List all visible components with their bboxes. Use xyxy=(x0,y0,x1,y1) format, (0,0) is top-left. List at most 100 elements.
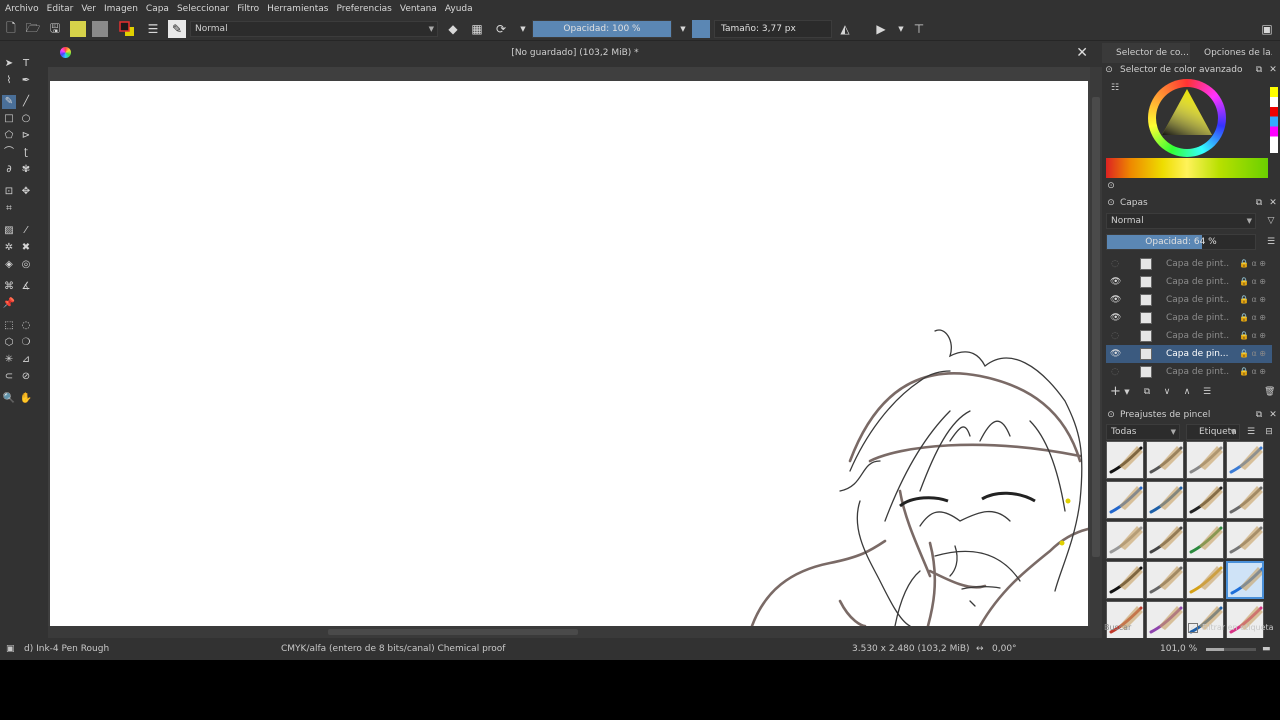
fg-bg-color-icon[interactable] xyxy=(118,20,136,38)
brush-filter-select[interactable]: Todas ▼ xyxy=(1106,424,1180,440)
layers-opacity-slider[interactable]: Opacidad: 64 % xyxy=(1106,234,1256,250)
freehand-select-icon[interactable]: ❍ xyxy=(19,336,33,350)
save-icon[interactable]: 🖫 xyxy=(46,20,64,38)
brush-settings-icon[interactable]: ☰ xyxy=(144,20,162,38)
select-shapes-icon[interactable]: ➤ xyxy=(2,57,16,71)
enclose-fill-icon[interactable]: ◎ xyxy=(19,258,33,272)
brush-preset-7[interactable] xyxy=(1226,481,1264,519)
reload-preset-icon[interactable]: ⟳ xyxy=(492,20,510,38)
rectangle-tool-icon[interactable]: □ xyxy=(2,112,16,126)
menu-item-3[interactable]: Imagen xyxy=(101,4,141,14)
menu-item-1[interactable]: Editar xyxy=(44,4,77,14)
filter-tag-checkbox[interactable]: ✓ xyxy=(1188,623,1198,633)
vertical-scrollbar[interactable] xyxy=(1090,67,1102,638)
visibility-eye-icon[interactable]: ◌ xyxy=(1110,255,1120,273)
vertical-scroll-thumb[interactable] xyxy=(1092,97,1100,557)
brush-preset-19[interactable] xyxy=(1226,601,1264,639)
zoom-tool-icon[interactable]: 🔍 xyxy=(2,392,16,406)
brush-preset-12[interactable] xyxy=(1106,561,1144,599)
layer-lock-alpha-icons[interactable]: 🔒 α ⊕ xyxy=(1239,345,1266,363)
delete-layer-icon[interactable]: 🗑 xyxy=(1264,387,1275,397)
gradient-tool-icon[interactable]: ▨ xyxy=(2,224,16,238)
close-document-icon[interactable]: ✕ xyxy=(1076,45,1088,61)
open-document-icon[interactable]: 🗁 xyxy=(24,20,42,38)
horizontal-scroll-thumb[interactable] xyxy=(328,629,578,635)
layers-undock-icon[interactable]: ⧉ xyxy=(1254,198,1264,208)
visibility-eye-icon[interactable]: 👁 xyxy=(1110,345,1121,363)
brushes-undock-icon[interactable]: ⧉ xyxy=(1254,410,1264,420)
similar-select-icon[interactable]: ⊿ xyxy=(19,353,33,367)
horizontal-scrollbar[interactable] xyxy=(48,626,1090,638)
layer-lock-alpha-icons[interactable]: 🔒 α ⊕ xyxy=(1239,309,1266,327)
ellipse-tool-icon[interactable]: ○ xyxy=(19,112,33,126)
brush-preset-5[interactable] xyxy=(1146,481,1184,519)
reference-images-icon[interactable]: 📌 xyxy=(2,297,16,311)
rotation-status[interactable]: 0,00° xyxy=(992,644,1017,654)
gradient-swatch[interactable] xyxy=(70,21,86,37)
color-reset-icon[interactable]: ⊙ xyxy=(1106,181,1116,191)
menu-item-6[interactable]: Filtro xyxy=(234,4,262,14)
brush-preset-4[interactable] xyxy=(1106,481,1144,519)
color-wheel[interactable] xyxy=(1148,79,1226,157)
brushes-close-icon[interactable]: ✕ xyxy=(1268,410,1278,420)
preserve-alpha-icon[interactable]: ▦ xyxy=(468,20,486,38)
layers-filter-icon[interactable]: ▽ xyxy=(1266,216,1276,226)
colorize-mask-icon[interactable]: ✲ xyxy=(2,241,16,255)
brush-preset-14[interactable] xyxy=(1186,561,1224,599)
flow-swatch[interactable] xyxy=(692,20,710,38)
layer-row[interactable]: ◌ Capa de pint... 🔒 α ⊕ xyxy=(1106,327,1272,345)
brush-preset-1[interactable] xyxy=(1146,441,1184,479)
layer-row[interactable]: 👁 Capa de pint... 🔒 α ⊕ xyxy=(1106,309,1272,327)
crop-tool-icon[interactable]: ⌗ xyxy=(2,202,16,216)
pattern-swatch[interactable] xyxy=(92,21,108,37)
brush-list-view-icon[interactable]: ☰ xyxy=(1246,427,1256,437)
mirror-horizontal-icon[interactable]: ◭ xyxy=(836,20,854,38)
transform-icon[interactable]: ⊡ xyxy=(2,185,16,199)
layer-row[interactable]: 👁 Capa de pint... 🔒 α ⊕ xyxy=(1106,291,1272,309)
zoom-status[interactable]: 101,0 % xyxy=(1160,644,1197,654)
brush-search-input[interactable]: Buscar xyxy=(1104,623,1184,635)
zoom-slider[interactable] xyxy=(1206,648,1256,651)
visibility-eye-icon[interactable]: ◌ xyxy=(1110,327,1120,345)
layers-float-icon[interactable]: ⊙ xyxy=(1106,198,1116,208)
colorspace-status[interactable]: CMYK/alfa (entero de 8 bits/canal) Chemi… xyxy=(281,644,505,654)
mirror-dropdown-icon[interactable]: ▼ xyxy=(892,20,910,38)
rect-select-icon[interactable]: ⬚ xyxy=(2,319,16,333)
layer-lock-alpha-icons[interactable]: 🔒 α ⊕ xyxy=(1239,255,1266,273)
color-close-icon[interactable]: ✕ xyxy=(1268,65,1278,75)
new-document-icon[interactable]: 🗋 xyxy=(2,20,20,38)
visibility-eye-icon[interactable]: 👁 xyxy=(1110,291,1121,309)
visibility-eye-icon[interactable]: 👁 xyxy=(1110,273,1121,291)
layer-row[interactable]: 👁 Capa de pin... 🔒 α ⊕ xyxy=(1106,345,1272,363)
menu-item-10[interactable]: Ayuda xyxy=(442,4,476,14)
brush-preset-8[interactable] xyxy=(1106,521,1144,559)
brush-preset-15[interactable] xyxy=(1226,561,1264,599)
layers-blend-select[interactable]: Normal ▼ xyxy=(1106,213,1256,229)
menu-item-0[interactable]: Archivo xyxy=(2,4,42,14)
brushes-float-icon[interactable]: ⊙ xyxy=(1106,410,1116,420)
ellipse-select-icon[interactable]: ◌ xyxy=(19,319,33,333)
size-slider[interactable]: Tamaño: 3,77 px xyxy=(714,20,832,38)
layer-lock-alpha-icons[interactable]: 🔒 α ⊕ xyxy=(1239,273,1266,291)
drawing-canvas[interactable] xyxy=(50,81,1088,626)
brush-preset-13[interactable] xyxy=(1146,561,1184,599)
layer-lock-alpha-icons[interactable]: 🔒 α ⊕ xyxy=(1239,327,1266,345)
line-tool-icon[interactable]: ╱ xyxy=(19,95,33,109)
text-tool-icon[interactable]: T xyxy=(19,57,33,71)
layers-menu-icon[interactable]: ☰ xyxy=(1266,237,1276,247)
opacity-slider[interactable]: Opacidad: 100 % xyxy=(532,20,672,38)
menu-item-2[interactable]: Ver xyxy=(78,4,99,14)
reload-dropdown-icon[interactable]: ▼ xyxy=(514,20,532,38)
workspace-icon[interactable]: ▣ xyxy=(1258,20,1276,38)
move-tool-icon[interactable]: ✥ xyxy=(19,185,33,199)
mirror-vertical-icon[interactable]: ▶ xyxy=(872,20,890,38)
duplicate-layer-icon[interactable]: ⧉ xyxy=(1142,387,1152,397)
color-picker-icon[interactable]: ⁄ xyxy=(19,224,33,238)
menu-item-4[interactable]: Capa xyxy=(143,4,172,14)
wrap-around-icon[interactable]: ⊤ xyxy=(910,20,928,38)
assistant-tool-icon[interactable]: ⌘ xyxy=(2,280,16,294)
menu-item-9[interactable]: Ventana xyxy=(397,4,440,14)
add-layer-dropdown-icon[interactable]: ▼ xyxy=(1122,387,1132,397)
layer-lock-alpha-icons[interactable]: 🔒 α ⊕ xyxy=(1239,291,1266,309)
document-tab[interactable]: [No guardado] (103,2 MiB) * ✕ xyxy=(48,41,1102,67)
